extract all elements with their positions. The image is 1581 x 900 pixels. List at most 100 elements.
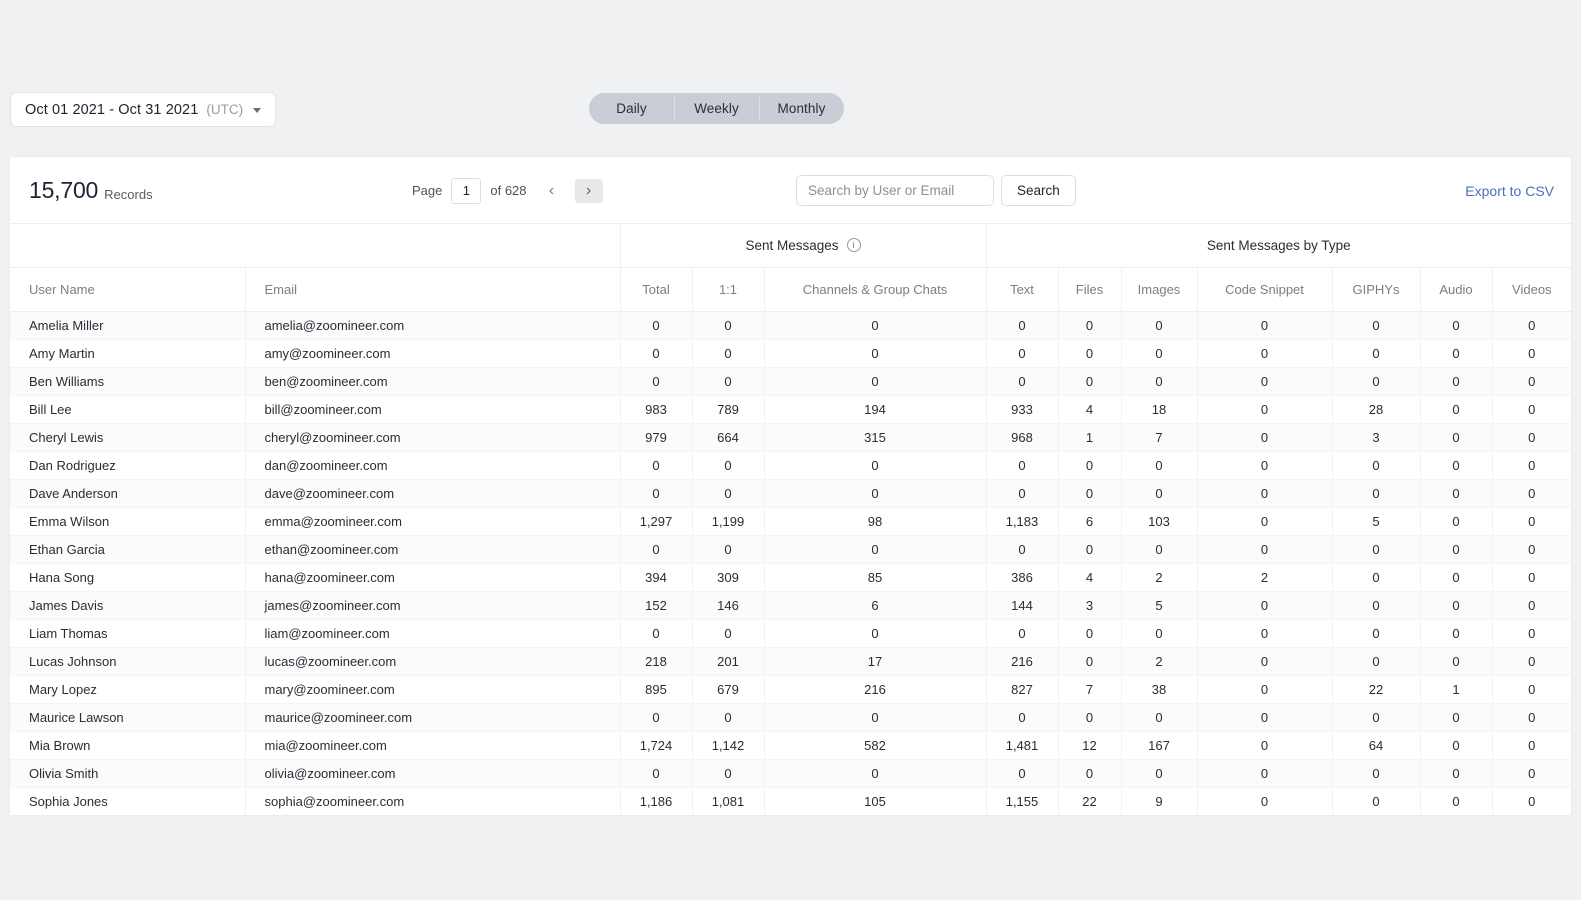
search-button[interactable]: Search: [1001, 175, 1076, 206]
cell-giphys: 0: [1332, 311, 1420, 339]
table-row[interactable]: Liam Thomasliam@zoomineer.com0000000000: [10, 619, 1571, 647]
cell-email: bill@zoomineer.com: [245, 395, 620, 423]
cell-videos: 0: [1492, 703, 1571, 731]
column-header-files[interactable]: Files: [1058, 267, 1121, 311]
cell-audio: 0: [1420, 591, 1492, 619]
column-header-one-to-one[interactable]: 1:1: [692, 267, 764, 311]
cell-user-name: James Davis: [10, 591, 245, 619]
table-row[interactable]: Ethan Garciaethan@zoomineer.com000000000…: [10, 535, 1571, 563]
period-option-daily[interactable]: Daily: [589, 93, 674, 124]
column-header-audio[interactable]: Audio: [1420, 267, 1492, 311]
column-header-images[interactable]: Images: [1121, 267, 1197, 311]
date-range-picker[interactable]: Oct 01 2021 - Oct 31 2021 (UTC): [10, 92, 276, 127]
cell-audio: 0: [1420, 311, 1492, 339]
cell-channels-group-chats: 0: [764, 535, 986, 563]
cell-code-snippet: 0: [1197, 591, 1332, 619]
cell-giphys: 0: [1332, 759, 1420, 787]
cell-audio: 0: [1420, 731, 1492, 759]
cell-code-snippet: 0: [1197, 423, 1332, 451]
cell-user-name: Lucas Johnson: [10, 647, 245, 675]
cell-channels-group-chats: 85: [764, 563, 986, 591]
column-header-user-name[interactable]: User Name: [10, 267, 245, 311]
cell-audio: 0: [1420, 423, 1492, 451]
cell-one-to-one: 0: [692, 535, 764, 563]
period-option-monthly[interactable]: Monthly: [759, 93, 844, 124]
cell-code-snippet: 0: [1197, 731, 1332, 759]
search-input[interactable]: [796, 175, 994, 206]
cell-giphys: 0: [1332, 339, 1420, 367]
table-row[interactable]: Bill Leebill@zoomineer.com98378919493341…: [10, 395, 1571, 423]
cell-files: 0: [1058, 759, 1121, 787]
cell-one-to-one: 679: [692, 675, 764, 703]
period-option-weekly[interactable]: Weekly: [674, 93, 759, 124]
export-to-csv-link[interactable]: Export to CSV: [1465, 157, 1554, 224]
table-row[interactable]: Dan Rodriguezdan@zoomineer.com0000000000: [10, 451, 1571, 479]
cell-channels-group-chats: 0: [764, 759, 986, 787]
usage-report-page: Oct 01 2021 - Oct 31 2021 (UTC) Daily We…: [0, 0, 1581, 900]
cell-channels-group-chats: 0: [764, 619, 986, 647]
cell-one-to-one: 1,199: [692, 507, 764, 535]
column-header-channels-group-chats[interactable]: Channels & Group Chats: [764, 267, 986, 311]
cell-audio: 0: [1420, 759, 1492, 787]
column-header-total[interactable]: Total: [620, 267, 692, 311]
cell-channels-group-chats: 582: [764, 731, 986, 759]
table-row[interactable]: Ben Williamsben@zoomineer.com0000000000: [10, 367, 1571, 395]
cell-files: 12: [1058, 731, 1121, 759]
cell-giphys: 0: [1332, 703, 1420, 731]
table-row[interactable]: Amy Martinamy@zoomineer.com0000000000: [10, 339, 1571, 367]
cell-text: 0: [986, 339, 1058, 367]
table-row[interactable]: Amelia Milleramelia@zoomineer.com0000000…: [10, 311, 1571, 339]
page-number-input[interactable]: [451, 178, 481, 204]
period-toggle-group[interactable]: Daily Weekly Monthly: [589, 93, 844, 124]
cell-user-name: Amelia Miller: [10, 311, 245, 339]
cell-images: 9: [1121, 787, 1197, 815]
cell-videos: 0: [1492, 339, 1571, 367]
table-row[interactable]: Sophia Jonessophia@zoomineer.com1,1861,0…: [10, 787, 1571, 815]
table-row[interactable]: Cheryl Lewischeryl@zoomineer.com97966431…: [10, 423, 1571, 451]
cell-total: 895: [620, 675, 692, 703]
table-row[interactable]: Dave Andersondave@zoomineer.com000000000…: [10, 479, 1571, 507]
cell-images: 0: [1121, 619, 1197, 647]
cell-email: amelia@zoomineer.com: [245, 311, 620, 339]
cell-channels-group-chats: 194: [764, 395, 986, 423]
column-header-videos[interactable]: Videos: [1492, 267, 1571, 311]
column-header-email[interactable]: Email: [245, 267, 620, 311]
search-group: Search: [796, 157, 1076, 224]
cell-channels-group-chats: 105: [764, 787, 986, 815]
column-header-code-snippet[interactable]: Code Snippet: [1197, 267, 1332, 311]
table-row[interactable]: Emma Wilsonemma@zoomineer.com1,2971,1999…: [10, 507, 1571, 535]
cell-audio: 0: [1420, 339, 1492, 367]
records-label: Records: [104, 180, 152, 202]
cell-videos: 0: [1492, 507, 1571, 535]
cell-one-to-one: 0: [692, 311, 764, 339]
table-row[interactable]: Lucas Johnsonlucas@zoomineer.com21820117…: [10, 647, 1571, 675]
cell-code-snippet: 0: [1197, 647, 1332, 675]
cell-audio: 0: [1420, 395, 1492, 423]
cell-total: 0: [620, 311, 692, 339]
column-header-giphys[interactable]: GIPHYs: [1332, 267, 1420, 311]
cell-text: 1,155: [986, 787, 1058, 815]
cell-images: 0: [1121, 759, 1197, 787]
previous-page-button[interactable]: ‹: [538, 179, 566, 203]
report-card: 15,700 Records Page of 628 ‹ › Search Ex…: [10, 157, 1571, 815]
table-row[interactable]: Mia Brownmia@zoomineer.com1,7241,1425821…: [10, 731, 1571, 759]
table-toolbar: 15,700 Records Page of 628 ‹ › Search Ex…: [10, 157, 1571, 224]
table-row[interactable]: Olivia Smitholivia@zoomineer.com00000000…: [10, 759, 1571, 787]
pagination: Page of 628 ‹ ›: [412, 157, 603, 224]
table-row[interactable]: Mary Lopezmary@zoomineer.com895679216827…: [10, 675, 1571, 703]
table-row[interactable]: James Davisjames@zoomineer.com1521466144…: [10, 591, 1571, 619]
table-row[interactable]: Hana Songhana@zoomineer.com3943098538642…: [10, 563, 1571, 591]
cell-videos: 0: [1492, 619, 1571, 647]
cell-images: 2: [1121, 647, 1197, 675]
cell-email: liam@zoomineer.com: [245, 619, 620, 647]
info-circle-icon[interactable]: i: [847, 238, 861, 252]
next-page-button[interactable]: ›: [575, 179, 603, 203]
cell-files: 4: [1058, 395, 1121, 423]
table-row[interactable]: Maurice Lawsonmaurice@zoomineer.com00000…: [10, 703, 1571, 731]
cell-images: 0: [1121, 535, 1197, 563]
cell-user-name: Emma Wilson: [10, 507, 245, 535]
cell-one-to-one: 309: [692, 563, 764, 591]
column-header-text[interactable]: Text: [986, 267, 1058, 311]
group-header-blank: [10, 224, 620, 267]
cell-user-name: Olivia Smith: [10, 759, 245, 787]
